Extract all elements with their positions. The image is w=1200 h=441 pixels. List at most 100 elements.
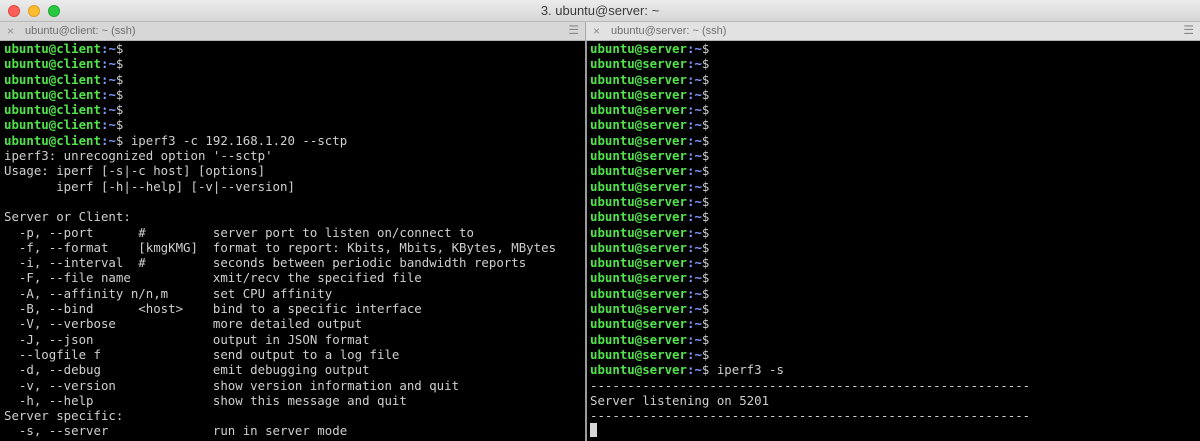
tab-menu-icon[interactable]: ☰ <box>1183 23 1194 37</box>
prompt-symbol: $ <box>701 71 710 87</box>
prompt-user-host: ubuntu@server <box>590 285 687 301</box>
prompt-symbol: $ <box>701 56 710 72</box>
prompt-line: ubuntu@client:~$ <box>4 56 585 71</box>
prompt-symbol: $ <box>701 255 710 271</box>
prompt-path: :~ <box>686 362 702 378</box>
prompt-line: ubuntu@server:~$ <box>590 332 1200 347</box>
tab-label: ubuntu@server: ~ (ssh) <box>611 25 727 37</box>
prompt-user-host: ubuntu@server <box>590 209 687 225</box>
output-line: -d, --debug emit debugging output <box>4 362 370 378</box>
prompt-user-host: ubuntu@server <box>590 316 687 332</box>
prompt-line: ubuntu@client:~$ <box>4 72 585 87</box>
prompt-line: ubuntu@server:~$ <box>590 41 1200 56</box>
prompt-user-host: ubuntu@client <box>4 71 101 87</box>
output-line: Server listening on 5201 <box>590 392 770 408</box>
prompt-symbol: $ <box>701 331 710 347</box>
prompt-line: ubuntu@server:~$ <box>590 286 1200 301</box>
prompt-path: :~ <box>686 148 702 164</box>
prompt-symbol: $ <box>701 163 710 179</box>
prompt-path: :~ <box>686 224 702 240</box>
prompt-user-host: ubuntu@server <box>590 163 687 179</box>
prompt-user-host: ubuntu@client <box>4 132 101 148</box>
prompt-symbol: $ <box>701 86 710 102</box>
prompt-line: ubuntu@client:~$ <box>4 102 585 117</box>
prompt-user-host: ubuntu@server <box>590 132 687 148</box>
prompt-symbol: $ <box>701 209 710 225</box>
prompt-path: :~ <box>686 270 702 286</box>
prompt-user-host: ubuntu@client <box>4 41 101 56</box>
prompt-line: ubuntu@server:~$ <box>590 117 1200 132</box>
prompt-path: :~ <box>686 255 702 271</box>
tab-menu-icon[interactable]: ☰ <box>568 23 579 37</box>
tab-label: ubuntu@client: ~ (ssh) <box>25 25 136 37</box>
output-line: -p, --port # server port to listen on/co… <box>4 224 474 240</box>
prompt-line: ubuntu@server:~$ <box>590 87 1200 102</box>
prompt-user-host: ubuntu@server <box>590 56 687 72</box>
prompt-path: :~ <box>686 71 702 87</box>
prompt-user-host: ubuntu@server <box>590 41 687 56</box>
tab-client-ssh[interactable]: × ubuntu@client: ~ (ssh) ☰ <box>0 22 585 40</box>
prompt-line: ubuntu@server:~$ <box>590 148 1200 163</box>
output-line: -v, --version show version information a… <box>4 377 460 393</box>
prompt-user-host: ubuntu@server <box>590 86 687 102</box>
prompt-symbol: $ <box>701 132 710 148</box>
prompt-user-host: ubuntu@server <box>590 362 687 378</box>
prompt-path: :~ <box>686 117 702 133</box>
output-line: -V, --verbose more detailed output <box>4 316 363 332</box>
prompt-path: :~ <box>100 117 116 133</box>
prompt-user-host: ubuntu@server <box>590 224 687 240</box>
output-line: -h, --help show this message and quit <box>4 392 407 408</box>
prompt-line: ubuntu@server:~$ <box>590 133 1200 148</box>
prompt-line: ubuntu@server:~$ <box>590 255 1200 270</box>
terminal-pane-client[interactable]: ubuntu@client:~$ ubuntu@client:~$ ubuntu@c… <box>0 41 585 441</box>
prompt-path: :~ <box>686 301 702 317</box>
prompt-user-host: ubuntu@server <box>590 255 687 271</box>
tab-bar: × ubuntu@client: ~ (ssh) ☰ × ubuntu@serv… <box>0 22 1200 41</box>
prompt-symbol: $ <box>701 285 710 301</box>
prompt-symbol: $ <box>115 102 124 118</box>
prompt-user-host: ubuntu@server <box>590 71 687 87</box>
prompt-symbol: $ <box>115 56 124 72</box>
output-line: Server or Client: <box>4 209 131 225</box>
prompt-symbol: $ <box>701 193 710 209</box>
cursor-line <box>590 423 1200 438</box>
prompt-path: :~ <box>100 86 116 102</box>
command-text: iperf3 -c 192.168.1.20 --sctp <box>123 132 348 148</box>
output-line: -A, --affinity n/n,m set CPU affinity <box>4 285 333 301</box>
prompt-user-host: ubuntu@server <box>590 239 687 255</box>
output-line: --logfile f send output to a log file <box>4 346 400 362</box>
prompt-path: :~ <box>100 41 116 56</box>
prompt-line: ubuntu@server:~$ <box>590 301 1200 316</box>
close-tab-icon[interactable]: × <box>593 24 600 38</box>
prompt-user-host: ubuntu@server <box>590 117 687 133</box>
output-line: iperf3: unrecognized option '--sctp' <box>4 148 273 164</box>
prompt-line: ubuntu@server:~$ <box>590 347 1200 362</box>
prompt-path: :~ <box>686 331 702 347</box>
prompt-path: :~ <box>686 86 702 102</box>
tab-server-ssh[interactable]: × ubuntu@server: ~ (ssh) ☰ <box>586 22 1200 40</box>
window-title: 3. ubuntu@server: ~ <box>540 3 660 18</box>
prompt-path: :~ <box>100 132 116 148</box>
prompt-user-host: ubuntu@server <box>590 102 687 118</box>
prompt-user-host: ubuntu@client <box>4 86 101 102</box>
close-tab-icon[interactable]: × <box>7 24 14 38</box>
prompt-symbol: $ <box>701 102 710 118</box>
prompt-user-host: ubuntu@server <box>590 193 687 209</box>
prompt-symbol: $ <box>701 316 710 332</box>
prompt-symbol: $ <box>115 41 124 56</box>
prompt-path: :~ <box>686 56 702 72</box>
prompt-user-host: ubuntu@server <box>590 148 687 164</box>
prompt-user-host: ubuntu@server <box>590 331 687 347</box>
prompt-symbol: $ <box>115 117 124 133</box>
prompt-line: ubuntu@server:~$ <box>590 316 1200 331</box>
prompt-line: ubuntu@server:~$ <box>590 225 1200 240</box>
output-line: ----------------------------------------… <box>590 377 1031 393</box>
prompt-line: ubuntu@client:~$ <box>4 87 585 102</box>
prompt-line: ubuntu@server:~$ <box>590 56 1200 71</box>
prompt-line: ubuntu@client:~$ <box>4 117 585 132</box>
prompt-symbol: $ <box>701 270 710 286</box>
output-line: Usage: iperf [-s|-c host] [options] <box>4 163 266 179</box>
terminal-pane-server[interactable]: ubuntu@server:~$ ubuntu@server:~$ ubuntu@s… <box>587 41 1200 441</box>
prompt-line: ubuntu@server:~$ <box>590 240 1200 255</box>
